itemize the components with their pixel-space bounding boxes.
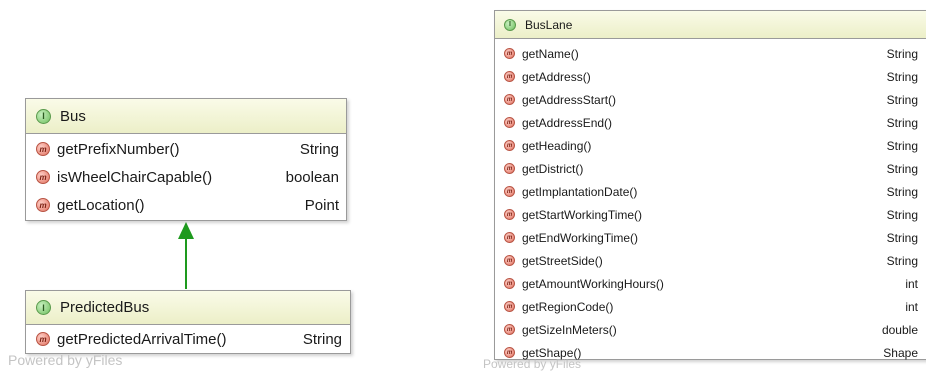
method-name: getPrefixNumber(): [57, 140, 180, 158]
method-name: getName(): [522, 46, 579, 61]
method-icon: m: [504, 255, 515, 266]
method-icon: m: [504, 140, 515, 151]
predicted-bus-title: PredictedBus: [60, 299, 150, 316]
method-icon: m: [504, 232, 515, 243]
method-icon: m: [504, 163, 515, 174]
interface-icon: I: [36, 300, 51, 315]
method-return-type: String: [299, 140, 339, 158]
bus-lane-interface-node[interactable]: I BusLane m getName() String m getAddress() S…: [494, 10, 926, 360]
interface-icon: I: [36, 108, 51, 124]
method-return-type: Point: [304, 196, 339, 214]
method-return-type: String: [886, 253, 918, 268]
bus-title: Bus: [60, 107, 86, 125]
method-icon: m: [504, 94, 515, 105]
member-row[interactable]: m getSizeInMeters() double: [495, 318, 926, 341]
method-name: isWheelChairCapable(): [57, 168, 213, 186]
member-row[interactable]: m getAddress() String: [495, 65, 926, 88]
method-name: getAddressEnd(): [522, 115, 613, 130]
method-name: getRegionCode(): [522, 299, 614, 314]
method-return-type: String: [886, 69, 918, 84]
method-name: getAddressStart(): [522, 92, 617, 107]
method-return-type: String: [886, 230, 918, 245]
bus-members: m getPrefixNumber() String m isWheelChai…: [26, 134, 346, 219]
method-icon: m: [36, 198, 50, 212]
method-return-type: Shape: [883, 345, 918, 360]
method-return-type: int: [905, 276, 918, 291]
method-name: getDistrict(): [522, 161, 584, 176]
bus-lane-members: m getName() String m getAddress() String m getA…: [495, 39, 926, 364]
method-icon: m: [504, 117, 515, 128]
bus-lane-title: BusLane: [525, 17, 573, 32]
method-name: getStartWorkingTime(): [522, 207, 643, 222]
method-icon: m: [504, 209, 515, 220]
member-row[interactable]: m getImplantationDate() String: [495, 180, 926, 203]
method-name: getPredictedArrivalTime(): [57, 330, 227, 348]
inheritance-arrowhead: [178, 222, 194, 239]
method-return-type: String: [886, 207, 918, 222]
member-row[interactable]: m getStreetSide() String: [495, 249, 926, 272]
member-row[interactable]: m getStartWorkingTime() String: [495, 203, 926, 226]
method-return-type: String: [886, 184, 918, 199]
method-name: getImplantationDate(): [522, 184, 638, 199]
member-row[interactable]: m getPredictedArrivalTime() String: [26, 325, 350, 353]
method-name: getStreetSide(): [522, 253, 603, 268]
member-row[interactable]: m getAmountWorkingHours() int: [495, 272, 926, 295]
member-row[interactable]: m getAddressEnd() String: [495, 111, 926, 134]
method-icon: m: [504, 186, 515, 197]
method-name: getAddress(): [522, 69, 591, 84]
method-icon: m: [504, 301, 515, 312]
method-name: getSizeInMeters(): [522, 322, 617, 337]
bus-interface-node[interactable]: I Bus m getPrefixNumber() String m isWhe…: [25, 98, 347, 221]
method-icon: m: [36, 332, 50, 346]
member-row[interactable]: m getDistrict() String: [495, 157, 926, 180]
method-name: getHeading(): [522, 138, 592, 153]
member-row[interactable]: m getLocation() Point: [26, 191, 346, 219]
method-name: getLocation(): [57, 196, 145, 214]
method-return-type: String: [886, 46, 918, 61]
bus-header[interactable]: I Bus: [26, 99, 346, 134]
predicted-bus-members: m getPredictedArrivalTime() String: [26, 325, 350, 353]
method-return-type: String: [886, 161, 918, 176]
method-icon: m: [36, 142, 50, 156]
method-return-type: double: [881, 322, 918, 337]
yfiles-watermark: Powered by yFiles: [8, 352, 123, 368]
member-row[interactable]: m getAddressStart() String: [495, 88, 926, 111]
method-name: getAmountWorkingHours(): [522, 276, 664, 291]
yfiles-watermark: Powered by yFiles: [483, 357, 582, 371]
method-icon: m: [504, 324, 515, 335]
member-row[interactable]: m getPrefixNumber() String: [26, 135, 346, 163]
predicted-bus-interface-node[interactable]: I PredictedBus m getPredictedArrivalTime…: [25, 290, 351, 354]
interface-icon: I: [504, 18, 516, 31]
method-return-type: boolean: [285, 168, 339, 186]
method-icon: m: [504, 48, 515, 59]
method-icon: m: [36, 170, 50, 184]
method-return-type: String: [886, 138, 918, 153]
method-return-type: String: [886, 115, 918, 130]
method-icon: m: [504, 71, 515, 82]
member-row[interactable]: m getName() String: [495, 42, 926, 65]
predicted-bus-header[interactable]: I PredictedBus: [26, 291, 350, 325]
method-return-type: String: [886, 92, 918, 107]
method-icon: m: [504, 278, 515, 289]
method-name: getEndWorkingTime(): [522, 230, 639, 245]
bus-lane-header[interactable]: I BusLane: [495, 11, 926, 39]
member-row[interactable]: m isWheelChairCapable() boolean: [26, 163, 346, 191]
member-row[interactable]: m getRegionCode() int: [495, 295, 926, 318]
method-return-type: String: [302, 330, 342, 348]
member-row[interactable]: m getHeading() String: [495, 134, 926, 157]
member-row[interactable]: m getEndWorkingTime() String: [495, 226, 926, 249]
method-return-type: int: [905, 299, 918, 314]
